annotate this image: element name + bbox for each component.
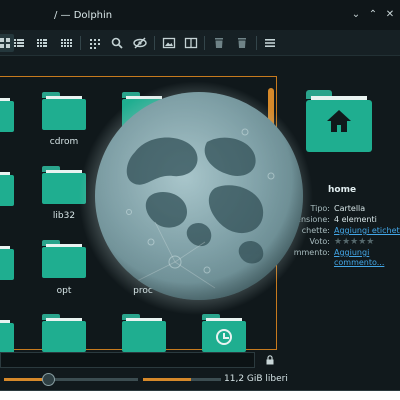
add-comment-link[interactable]: Aggiungi	[334, 248, 369, 257]
home-icon	[327, 110, 351, 134]
dolphin-window: / — Dolphin ⌄ ⌃ ✕ cdrom lib32 opt home T…	[0, 0, 400, 391]
preview-icon[interactable]	[160, 34, 178, 52]
title-bar: / — Dolphin ⌄ ⌃ ✕	[0, 0, 400, 30]
toolbar-separator	[204, 36, 205, 50]
filter-input[interactable]	[0, 352, 255, 368]
moon-image	[95, 92, 303, 300]
close-button[interactable]: ✕	[383, 8, 397, 22]
toolbar-separator	[154, 36, 155, 50]
home-folder-icon	[306, 90, 372, 152]
window-title: / — Dolphin	[54, 10, 113, 21]
minimize-button[interactable]: ⌄	[349, 8, 363, 22]
toolbar	[0, 30, 400, 56]
status-bar: 11,2 GiB liberi	[0, 370, 400, 390]
recent-folder-icon[interactable]	[202, 314, 246, 352]
info-name: home	[328, 185, 357, 195]
file-label[interactable]: opt	[29, 286, 99, 296]
compact-view-icon[interactable]	[33, 34, 51, 52]
folder-icon[interactable]	[122, 314, 166, 352]
folder-icon[interactable]	[0, 316, 14, 354]
add-tags-link[interactable]: Aggiungi etichette	[334, 226, 400, 235]
folder-icon[interactable]	[42, 240, 86, 278]
folder-icon[interactable]	[0, 168, 14, 206]
zoom-slider-handle[interactable]	[42, 373, 55, 386]
toolbar-separator	[256, 36, 257, 50]
file-label[interactable]: cdrom	[29, 137, 99, 147]
maximize-button[interactable]: ⌃	[366, 8, 380, 22]
folder-icon[interactable]	[0, 242, 14, 280]
add-comment-link-continued[interactable]: commento...	[334, 258, 384, 267]
folder-icon[interactable]	[42, 314, 86, 352]
info-rating-label: Voto:	[309, 237, 330, 246]
folder-icon[interactable]	[42, 92, 86, 130]
free-space-label: 11,2 GiB liberi	[224, 374, 288, 384]
info-size-value: 4 elementi	[334, 215, 377, 224]
menu-icon[interactable]	[261, 34, 279, 52]
details-view-icon[interactable]	[10, 34, 28, 52]
disk-space-fill	[143, 378, 191, 381]
lock-icon[interactable]	[264, 354, 276, 366]
delete-icon[interactable]	[233, 34, 251, 52]
info-type-value: Cartella	[334, 204, 366, 213]
select-icon[interactable]	[86, 34, 104, 52]
trash-icon[interactable]	[210, 34, 228, 52]
search-icon[interactable]	[108, 34, 126, 52]
grid-view-icon[interactable]	[57, 34, 75, 52]
split-view-icon[interactable]	[182, 34, 200, 52]
folder-icon[interactable]	[0, 94, 14, 132]
toolbar-separator	[80, 36, 81, 50]
hidden-files-icon[interactable]	[131, 34, 149, 52]
rating-stars[interactable]: ★★★★★	[334, 237, 374, 247]
